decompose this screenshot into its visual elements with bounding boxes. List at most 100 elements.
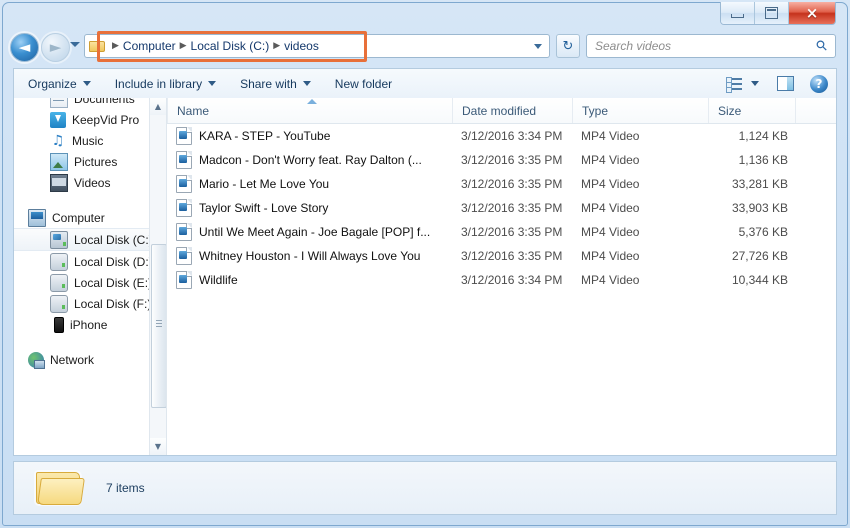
view-options-icon[interactable] <box>726 77 742 91</box>
file-name-cell[interactable]: Until We Meet Again - Joe Bagale [POP] f… <box>167 223 452 241</box>
scrollbar-grip-icon <box>156 323 162 324</box>
system-disk-icon <box>50 231 68 249</box>
column-header-size[interactable]: Size <box>708 98 795 123</box>
sidebar-item-keepvid-pro[interactable]: KeepVid Pro <box>14 109 150 130</box>
file-name-cell[interactable]: Whitney Houston - I Will Always Love You <box>167 247 452 265</box>
file-date-cell: 3/12/2016 3:35 PM <box>452 249 572 263</box>
table-row[interactable]: Until We Meet Again - Joe Bagale [POP] f… <box>167 220 836 244</box>
share-with-button[interactable]: Share with <box>230 73 321 95</box>
sidebar-spacer <box>14 193 150 207</box>
organize-button[interactable]: Organize <box>18 73 101 95</box>
file-name-label: Taylor Swift - Love Story <box>199 201 328 215</box>
keepvid-icon <box>50 112 66 128</box>
command-toolbar: Organize Include in library Share with N… <box>13 68 837 98</box>
address-bar[interactable]: ▶ Computer ▶ Local Disk (C:) ▶ videos <box>84 34 550 58</box>
table-row[interactable]: Taylor Swift - Love Story 3/12/2016 3:35… <box>167 196 836 220</box>
file-name-cell[interactable]: Madcon - Don't Worry feat. Ray Dalton (.… <box>167 151 452 169</box>
file-type-cell: MP4 Video <box>572 201 708 215</box>
table-row[interactable]: Wildlife 3/12/2016 3:34 PM MP4 Video 10,… <box>167 268 836 292</box>
breadcrumb-item-videos[interactable]: videos <box>281 37 322 55</box>
file-name-cell[interactable]: Taylor Swift - Love Story <box>167 199 452 217</box>
file-size-cell: 1,124 KB <box>708 129 795 143</box>
scrollbar-thumb[interactable] <box>151 244 167 408</box>
table-row[interactable]: KARA - STEP - YouTube 3/12/2016 3:34 PM … <box>167 124 836 148</box>
file-name-label: Until We Meet Again - Joe Bagale [POP] f… <box>199 225 430 239</box>
file-name-cell[interactable]: Mario - Let Me Love You <box>167 175 452 193</box>
mp4-video-file-icon <box>176 127 192 145</box>
file-size-cell: 5,376 KB <box>708 225 795 239</box>
file-type-cell: MP4 Video <box>572 177 708 191</box>
address-bar-row: ◄ ► ▶ Computer ▶ Local Disk (C:) ▶ video… <box>0 30 850 64</box>
sidebar-item-documents[interactable]: Documents <box>14 98 150 109</box>
navigation-tree: Documents KeepVid Pro ♫ Music Pictures V… <box>14 98 150 370</box>
breadcrumb-separator: ▶ <box>112 41 119 51</box>
sidebar-item-local-disk-e[interactable]: Local Disk (E:) <box>14 272 150 293</box>
sidebar-item-label: KeepVid Pro <box>72 113 139 127</box>
back-button[interactable]: ◄ <box>10 33 39 62</box>
mp4-video-file-icon <box>176 247 192 265</box>
table-row[interactable]: Mario - Let Me Love You 3/12/2016 3:35 P… <box>167 172 836 196</box>
sidebar-item-local-disk-d[interactable]: Local Disk (D:) <box>14 251 150 272</box>
address-dropdown-icon[interactable] <box>534 44 542 49</box>
file-name-cell[interactable]: KARA - STEP - YouTube <box>167 127 452 145</box>
search-input[interactable]: Search videos <box>595 39 671 53</box>
chevron-down-icon[interactable] <box>751 81 759 86</box>
maximize-icon <box>765 7 778 19</box>
minimize-button[interactable] <box>721 2 754 24</box>
sidebar-item-computer[interactable]: Computer <box>14 207 150 228</box>
table-row[interactable]: Whitney Houston - I Will Always Love You… <box>167 244 836 268</box>
file-type-cell: MP4 Video <box>572 273 708 287</box>
sidebar-item-local-disk-f[interactable]: Local Disk (F:) <box>14 293 150 314</box>
breadcrumb-item-local-disk-c[interactable]: Local Disk (C:) <box>188 37 273 55</box>
file-date-cell: 3/12/2016 3:35 PM <box>452 177 572 191</box>
history-dropdown-icon[interactable] <box>70 42 80 47</box>
breadcrumb-item-computer[interactable]: Computer <box>120 37 179 55</box>
sidebar-item-local-disk-c[interactable]: Local Disk (C:) <box>14 228 150 251</box>
mp4-video-file-icon <box>176 271 192 289</box>
share-with-label: Share with <box>240 77 297 91</box>
file-type-cell: MP4 Video <box>572 249 708 263</box>
file-size-cell: 27,726 KB <box>708 249 795 263</box>
sidebar-item-network[interactable]: Network <box>14 349 150 370</box>
sidebar-item-iphone[interactable]: iPhone <box>14 314 150 335</box>
explorer-window: × ◄ ► ▶ Computer ▶ Local Disk (C:) ▶ vid… <box>0 0 850 528</box>
file-date-cell: 3/12/2016 3:35 PM <box>452 153 572 167</box>
file-type-cell: MP4 Video <box>572 225 708 239</box>
sidebar-item-label: Local Disk (D:) <box>74 255 153 269</box>
sidebar-item-label: Local Disk (F:) <box>74 297 151 311</box>
sidebar-item-videos[interactable]: Videos <box>14 172 150 193</box>
refresh-button[interactable]: ↻ <box>556 34 580 58</box>
sidebar-scrollbar[interactable]: ▲ ▼ <box>149 98 166 455</box>
column-header-type[interactable]: Type <box>572 98 708 123</box>
sidebar-item-pictures[interactable]: Pictures <box>14 151 150 172</box>
sidebar-item-label: Computer <box>52 211 105 225</box>
forward-button[interactable]: ► <box>41 33 70 62</box>
sidebar-item-music[interactable]: ♫ Music <box>14 130 150 151</box>
disk-icon <box>50 295 68 313</box>
sidebar-spacer <box>14 335 150 349</box>
new-folder-button[interactable]: New folder <box>325 73 402 95</box>
chevron-down-icon <box>208 81 216 86</box>
column-header-date-modified[interactable]: Date modified <box>452 98 572 123</box>
maximize-button[interactable] <box>754 2 788 24</box>
file-type-cell: MP4 Video <box>572 153 708 167</box>
search-box[interactable]: Search videos ⚲ <box>586 34 836 58</box>
sidebar-item-label: Music <box>72 134 103 148</box>
videos-icon <box>50 174 68 192</box>
music-icon: ♫ <box>50 133 66 149</box>
file-list-pane: Name Date modified Type Size KARA - STEP… <box>167 98 836 455</box>
mp4-video-file-icon <box>176 199 192 217</box>
file-date-cell: 3/12/2016 3:34 PM <box>452 129 572 143</box>
include-in-library-button[interactable]: Include in library <box>105 73 226 95</box>
close-button[interactable]: × <box>788 2 835 24</box>
file-name-cell[interactable]: Wildlife <box>167 271 452 289</box>
scroll-up-icon[interactable]: ▲ <box>150 98 166 115</box>
table-row[interactable]: Madcon - Don't Worry feat. Ray Dalton (.… <box>167 148 836 172</box>
file-name-label: Mario - Let Me Love You <box>199 177 329 191</box>
pictures-icon <box>50 153 68 171</box>
scroll-down-icon[interactable]: ▼ <box>150 438 166 455</box>
preview-pane-icon[interactable] <box>777 76 794 91</box>
help-icon[interactable]: ? <box>810 75 828 93</box>
sidebar-item-label: Videos <box>74 176 110 190</box>
refresh-icon: ↻ <box>563 39 574 54</box>
